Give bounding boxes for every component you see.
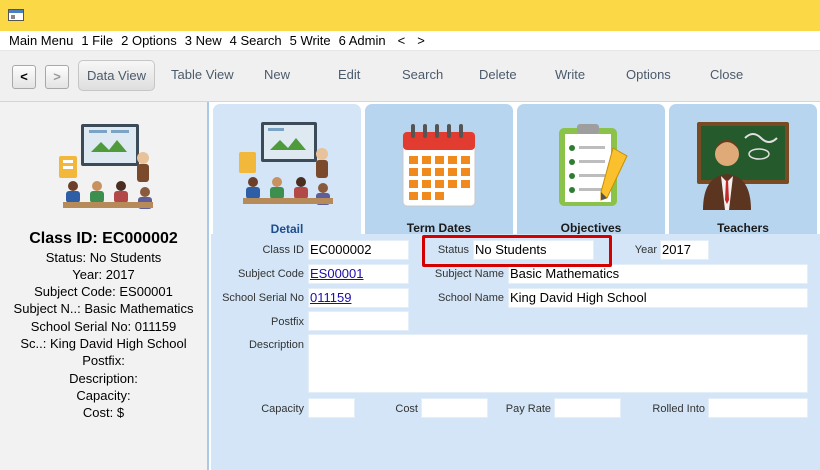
table-view-button[interactable]: Table View: [171, 66, 234, 84]
menu-write[interactable]: 5 Write: [290, 33, 331, 48]
back-button[interactable]: <: [12, 65, 36, 89]
tab-term-dates[interactable]: Term Dates: [365, 104, 513, 235]
calendar-icon: [402, 124, 476, 207]
school-name-label: School Name: [437, 292, 504, 304]
delete-button[interactable]: Delete: [479, 66, 517, 84]
edit-button[interactable]: Edit: [338, 66, 360, 84]
new-button[interactable]: New: [264, 66, 290, 84]
toolbar: < > Data View Table View New Edit Search…: [0, 51, 820, 102]
rolled-into-field[interactable]: [708, 398, 808, 418]
subject-code-link[interactable]: ES00001: [310, 266, 364, 281]
summary-status: Status: No Students: [45, 250, 162, 265]
options-button[interactable]: Options: [626, 66, 671, 84]
postfix-label: Postfix: [270, 316, 304, 328]
cost-field[interactable]: [421, 398, 488, 418]
summary-subject-code: Subject Code: ES00001: [34, 284, 173, 299]
year-field[interactable]: 2017: [660, 240, 709, 260]
description-label: Description: [248, 339, 304, 351]
tab-teachers-label: Teachers: [717, 221, 769, 235]
tab-strip: Detail Term Dates Objectives Teachers: [211, 102, 820, 236]
classroom-icon: [59, 124, 153, 209]
tab-teachers[interactable]: Teachers: [669, 104, 817, 235]
class-summary-panel: Class ID: EC000002 Status: No Students Y…: [0, 102, 209, 470]
classroom-icon: [239, 122, 333, 205]
summary-school-serial: School Serial No: 011159: [30, 319, 177, 334]
menu-main-menu[interactable]: Main Menu: [9, 33, 73, 48]
summary-subject-name: Subject N..: Basic Mathematics: [13, 301, 194, 316]
subject-code-field[interactable]: ES00001: [308, 264, 409, 284]
summary-capacity: Capacity:: [76, 388, 131, 403]
menu-file[interactable]: 1 File: [81, 33, 113, 48]
school-serial-field[interactable]: 011159: [308, 288, 409, 308]
class-id-label: Class ID: [262, 244, 304, 256]
subject-code-label: Subject Code: [237, 268, 304, 280]
menu-new[interactable]: 3 New: [185, 33, 222, 48]
title-bar: [0, 0, 820, 31]
checklist-icon: [559, 124, 628, 206]
teacher-icon: [697, 122, 789, 210]
summary-description: Description:: [69, 371, 138, 386]
close-button[interactable]: Close: [710, 66, 743, 84]
summary-year: Year: 2017: [72, 267, 135, 282]
menu-bar: Main Menu 1 File 2 Options 3 New 4 Searc…: [0, 31, 820, 51]
tab-objectives[interactable]: Objectives: [517, 104, 665, 235]
menu-search[interactable]: 4 Search: [230, 33, 282, 48]
summary-postfix: Postfix:: [82, 353, 125, 368]
cost-label: Cost: [395, 403, 418, 415]
subject-name-label: Subject Name: [434, 268, 504, 280]
school-serial-link[interactable]: 011159: [310, 290, 351, 305]
app-window-icon: [8, 9, 24, 21]
school-name-field[interactable]: King David High School: [508, 288, 808, 308]
school-serial-label: School Serial No: [222, 292, 304, 304]
rolled-into-label: Rolled Into: [652, 403, 705, 415]
status-highlight-box: [422, 235, 612, 267]
summary-cost: Cost: $: [82, 405, 125, 420]
pay-rate-label: Pay Rate: [505, 403, 551, 415]
description-field[interactable]: [308, 334, 808, 393]
capacity-field[interactable]: [308, 398, 355, 418]
postfix-field[interactable]: [308, 311, 409, 331]
capacity-label: Capacity: [261, 403, 304, 415]
year-label: Year: [634, 244, 657, 256]
pay-rate-field[interactable]: [554, 398, 621, 418]
subject-name-field[interactable]: Basic Mathematics: [508, 264, 808, 284]
menu-prev-arrow[interactable]: <: [398, 33, 406, 48]
data-view-button[interactable]: Data View: [78, 60, 155, 91]
search-button[interactable]: Search: [402, 66, 443, 84]
write-button[interactable]: Write: [555, 66, 585, 84]
forward-button[interactable]: >: [45, 65, 69, 89]
summary-school-name: Sc..: King David High School: [20, 336, 187, 351]
summary-class-id: Class ID: EC000002: [29, 230, 178, 247]
menu-admin[interactable]: 6 Admin: [339, 33, 386, 48]
class-id-field[interactable]: EC000002: [308, 240, 409, 260]
tab-term-dates-label: Term Dates: [406, 221, 472, 235]
menu-next-arrow[interactable]: >: [417, 33, 425, 48]
tab-detail[interactable]: Detail: [213, 104, 361, 236]
tab-objectives-label: Objectives: [560, 221, 622, 235]
menu-options[interactable]: 2 Options: [121, 33, 177, 48]
